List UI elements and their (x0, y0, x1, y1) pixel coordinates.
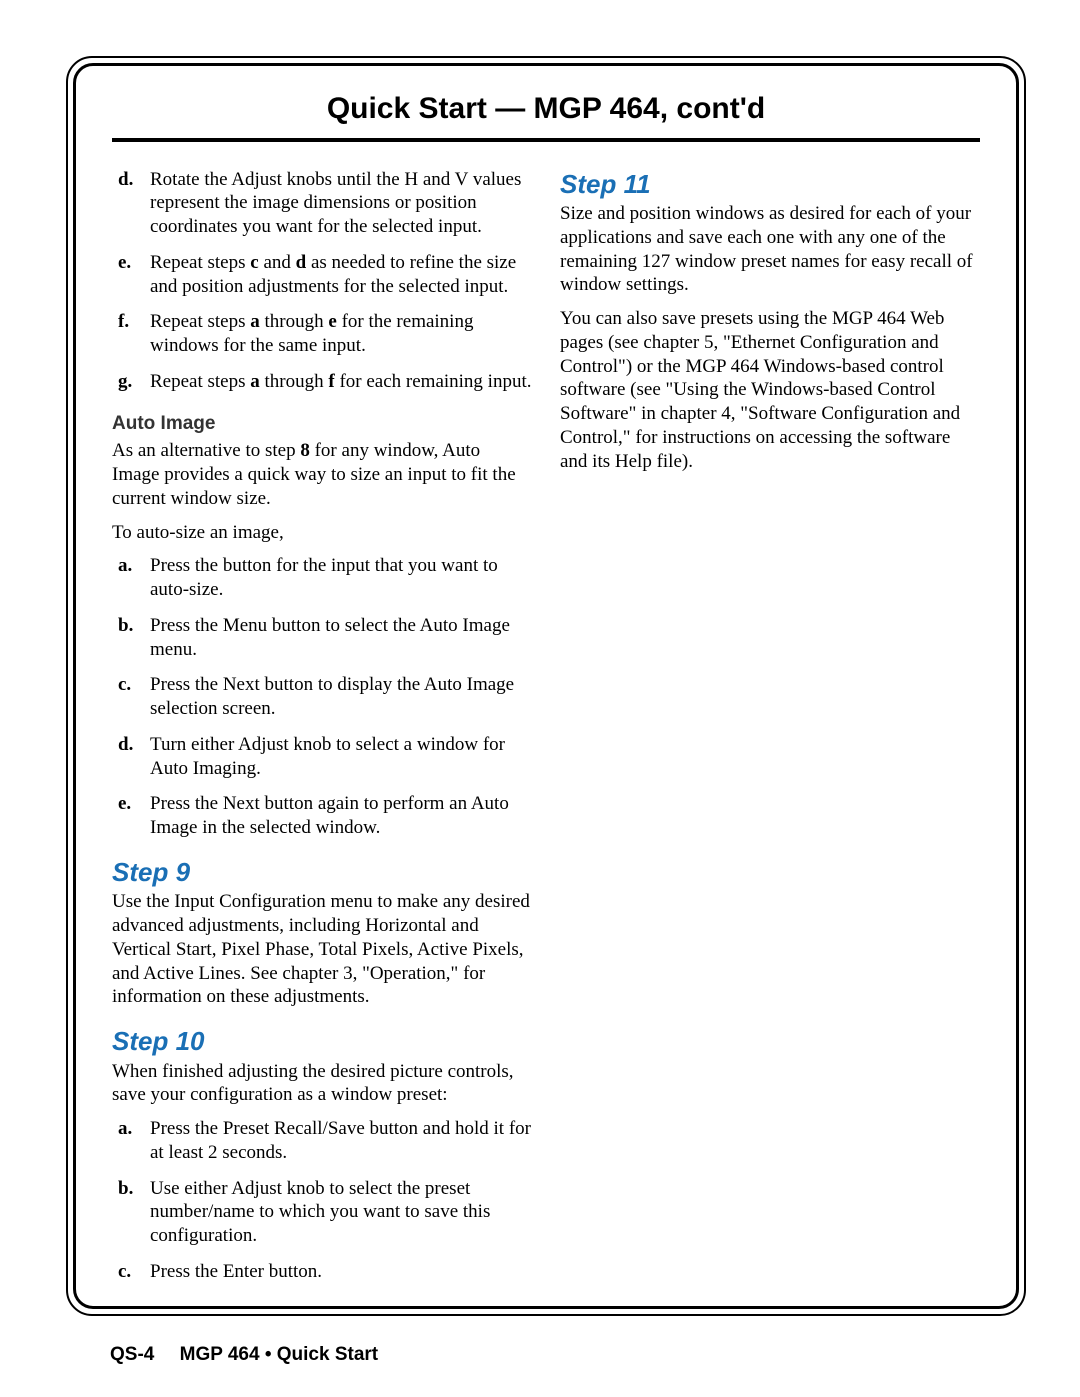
page-number: QS-4 (110, 1344, 154, 1365)
left-column: d. Rotate the Adjust knobs until the H a… (112, 168, 532, 1279)
list-marker-d: d. (118, 733, 140, 781)
list-marker-b: b. (118, 1177, 140, 1248)
list-marker-e: e. (118, 251, 140, 299)
page-title: Quick Start — MGP 464, cont'd (112, 90, 980, 142)
list-text: Turn either Adjust knob to select a wind… (150, 733, 532, 781)
footer-title: MGP 464 • Quick Start (180, 1344, 379, 1365)
step-9-heading: Step 9 (112, 856, 532, 889)
auto-image-list: a. Press the button for the input that y… (112, 554, 532, 840)
right-column: Step 11 Size and position windows as des… (560, 168, 980, 1279)
list-marker-c: c. (118, 1260, 140, 1278)
list-text: Press the Enter button. (150, 1260, 532, 1278)
auto-image-heading: Auto Image (112, 412, 532, 436)
list-text: Rotate the Adjust knobs until the H and … (150, 168, 532, 239)
continuation-list: d. Rotate the Adjust knobs until the H a… (112, 168, 532, 394)
auto-image-intro-1: As an alternative to step 8 for any wind… (112, 439, 532, 510)
list-marker-g: g. (118, 370, 140, 394)
list-item: c. Press the Enter button. (118, 1260, 532, 1278)
list-item: d. Rotate the Adjust knobs until the H a… (118, 168, 532, 239)
list-text: Repeat steps c and d as needed to refine… (150, 251, 532, 299)
page: Quick Start — MGP 464, cont'd d. Rotate … (0, 0, 1080, 1397)
list-text: Press the Next button to display the Aut… (150, 673, 532, 721)
list-item: e. Repeat steps c and d as needed to ref… (118, 251, 532, 299)
list-item: b. Use either Adjust knob to select the … (118, 1177, 532, 1248)
list-marker-b: b. (118, 614, 140, 662)
list-marker-a: a. (118, 1117, 140, 1165)
list-item: b. Press the Menu button to select the A… (118, 614, 532, 662)
step-11-p2: You can also save presets using the MGP … (560, 307, 980, 473)
list-marker-e: e. (118, 792, 140, 840)
list-item: a. Press the button for the input that y… (118, 554, 532, 602)
auto-image-intro-2: To auto-size an image, (112, 521, 532, 545)
step-11-p1: Size and position windows as desired for… (560, 202, 980, 297)
list-text: Use either Adjust knob to select the pre… (150, 1177, 532, 1248)
outer-frame: Quick Start — MGP 464, cont'd d. Rotate … (66, 56, 1026, 1316)
inner-frame: Quick Start — MGP 464, cont'd d. Rotate … (73, 63, 1019, 1309)
step-10-text: When finished adjusting the desired pict… (112, 1060, 532, 1108)
list-marker-f: f. (118, 310, 140, 358)
step-10-list: a. Press the Preset Recall/Save button a… (112, 1117, 532, 1278)
list-text: Repeat steps a through f for each remain… (150, 370, 532, 394)
step-9-text: Use the Input Configuration menu to make… (112, 890, 532, 1009)
list-item: a. Press the Preset Recall/Save button a… (118, 1117, 532, 1165)
list-marker-a: a. (118, 554, 140, 602)
list-marker-c: c. (118, 673, 140, 721)
step-10-heading: Step 10 (112, 1025, 532, 1058)
list-text: Press the Preset Recall/Save button and … (150, 1117, 532, 1165)
list-item: c. Press the Next button to display the … (118, 673, 532, 721)
list-item: f. Repeat steps a through e for the rema… (118, 310, 532, 358)
list-item: g. Repeat steps a through f for each rem… (118, 370, 532, 394)
list-text: Repeat steps a through e for the remaini… (150, 310, 532, 358)
list-item: e. Press the Next button again to perfor… (118, 792, 532, 840)
list-text: Press the Next button again to perform a… (150, 792, 532, 840)
page-footer: QS-4 MGP 464 • Quick Start (110, 1343, 378, 1367)
list-item: d. Turn either Adjust knob to select a w… (118, 733, 532, 781)
columns: d. Rotate the Adjust knobs until the H a… (112, 168, 980, 1279)
list-marker-d: d. (118, 168, 140, 239)
list-text: Press the button for the input that you … (150, 554, 532, 602)
step-11-heading: Step 11 (560, 168, 980, 201)
list-text: Press the Menu button to select the Auto… (150, 614, 532, 662)
